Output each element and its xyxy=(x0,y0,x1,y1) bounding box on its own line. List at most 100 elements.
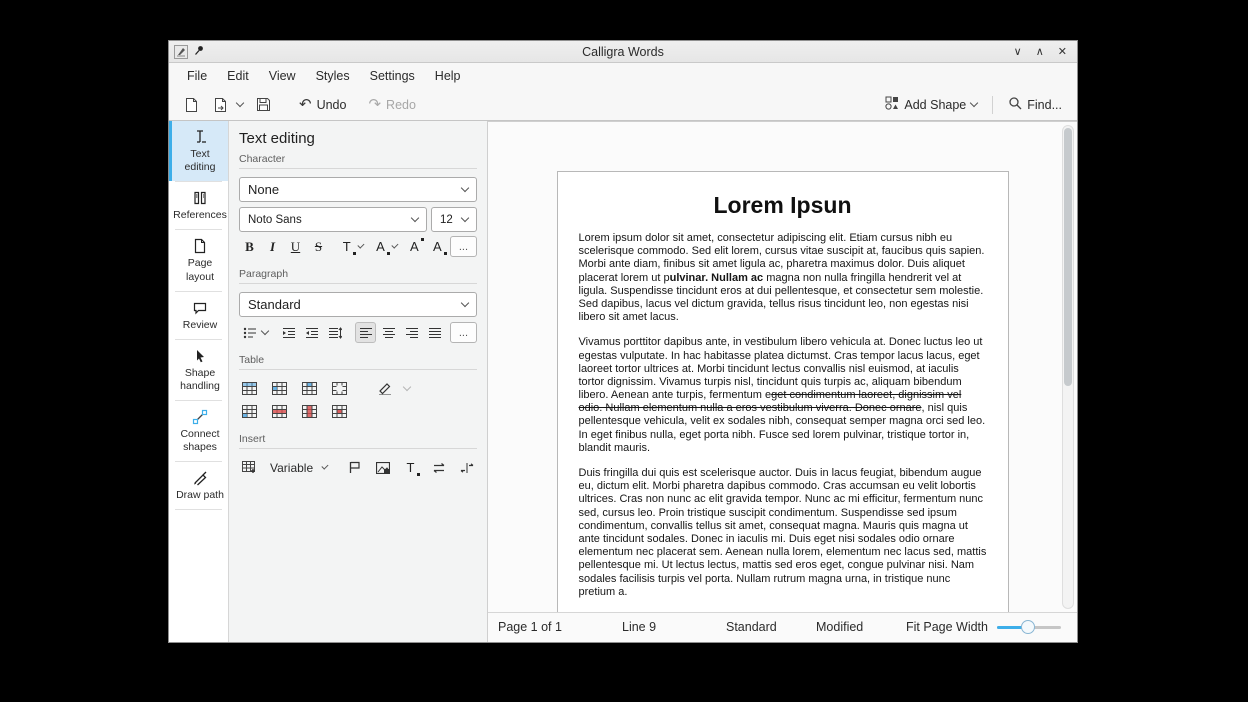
insert-section-button[interactable] xyxy=(456,457,477,478)
menu-styles[interactable]: Styles xyxy=(306,65,360,87)
insert-image-button[interactable] xyxy=(372,457,393,478)
zoom-slider-handle[interactable] xyxy=(1021,620,1035,634)
window-title: Calligra Words xyxy=(169,45,1077,59)
plus-mark xyxy=(417,473,420,476)
titlebar: Calligra Words ∨ ∧ ✕ xyxy=(169,41,1077,63)
paragraph-section-label: Paragraph xyxy=(239,268,477,284)
insert-variable-button[interactable]: Variable xyxy=(267,461,316,475)
align-center-button[interactable] xyxy=(378,322,399,343)
style-indicator[interactable]: Standard xyxy=(726,620,777,634)
insert-row-button[interactable] xyxy=(269,378,290,399)
subscript-button[interactable]: A xyxy=(427,236,448,257)
paragraph-style-dropdown[interactable]: Standard xyxy=(239,292,477,317)
font-family-dropdown[interactable]: Noto Sans xyxy=(239,207,427,232)
paragraph[interactable]: Duis fringilla dui quis est scelerisque … xyxy=(579,467,987,599)
highlight-chevron-icon[interactable] xyxy=(391,242,398,249)
sidebar-item-connect-shapes[interactable]: Connect shapes xyxy=(169,401,228,461)
menu-help[interactable]: Help xyxy=(425,65,471,87)
document-title[interactable]: Lorem Ipsun xyxy=(579,192,987,219)
character-style-value: None xyxy=(248,182,462,197)
decrease-indent-button[interactable] xyxy=(301,322,322,343)
sidebar-item-shape-handling[interactable]: Shape handling xyxy=(169,340,228,400)
table-border-pen-button[interactable] xyxy=(374,378,395,399)
text-editing-docker: Text editing Character None Noto Sans 12… xyxy=(229,121,488,642)
zoom-slider[interactable] xyxy=(997,626,1061,629)
table-section-label: Table xyxy=(239,354,477,370)
text-color-button[interactable]: T xyxy=(336,236,357,257)
insert-page-break-button[interactable] xyxy=(428,457,449,478)
sidebar-item-label: Draw path xyxy=(176,489,224,502)
delete-column-button[interactable] xyxy=(299,401,320,422)
save-button[interactable] xyxy=(251,94,276,115)
add-shape-icon xyxy=(885,96,899,113)
sidebar-item-references[interactable]: References xyxy=(169,182,228,229)
align-justify-button[interactable] xyxy=(424,322,445,343)
bold-button[interactable]: B xyxy=(239,236,260,257)
insert-bookmark-button[interactable] xyxy=(344,457,365,478)
menu-edit[interactable]: Edit xyxy=(217,65,259,87)
redo-button[interactable]: ↷ Redo xyxy=(363,94,420,115)
minimize-button[interactable]: ∨ xyxy=(1014,42,1022,62)
split-cells-button[interactable] xyxy=(239,401,260,422)
document-page[interactable]: Lorem Ipsun Lorem ipsum dolor sit amet, … xyxy=(557,171,1009,612)
docker-title: Text editing xyxy=(239,130,477,147)
character-style-dropdown[interactable]: None xyxy=(239,177,477,202)
add-shape-label: Add Shape xyxy=(904,98,966,112)
find-button[interactable]: Find... xyxy=(1003,93,1067,116)
add-shape-button[interactable]: Add Shape xyxy=(880,93,982,116)
list-style-button[interactable] xyxy=(239,322,260,343)
insert-table-button[interactable] xyxy=(239,378,260,399)
paragraph[interactable]: Lorem ipsum dolor sit amet, consectetur … xyxy=(579,232,987,324)
text-editing-icon xyxy=(192,129,208,145)
menu-file[interactable]: File xyxy=(177,65,217,87)
line-spacing-button[interactable] xyxy=(324,322,345,343)
character-more-button[interactable]: ... xyxy=(450,236,477,257)
font-size-dropdown[interactable]: 12 xyxy=(431,207,477,232)
increase-indent-button[interactable] xyxy=(278,322,299,343)
italic-button[interactable]: I xyxy=(262,236,283,257)
delete-table-button[interactable] xyxy=(329,401,350,422)
text-run-bold: ulvinar. Nullam ac xyxy=(670,272,764,284)
open-recent-chevron-icon[interactable] xyxy=(236,99,244,107)
insert-column-button[interactable] xyxy=(299,378,320,399)
document-paragraphs: Lorem ipsum dolor sit amet, consectetur … xyxy=(579,232,987,612)
sidebar-item-text-editing[interactable]: Text editing xyxy=(169,121,228,181)
sidebar-item-draw-path[interactable]: Draw path xyxy=(169,462,228,509)
vertical-scrollbar[interactable] xyxy=(1062,125,1074,609)
close-button[interactable]: ✕ xyxy=(1058,42,1067,62)
add-shape-chevron-icon xyxy=(970,99,978,107)
align-left-button[interactable] xyxy=(355,322,376,343)
underline-button[interactable]: U xyxy=(285,236,306,257)
undo-button[interactable]: ↶ Undo xyxy=(294,94,351,115)
scrollbar-thumb[interactable] xyxy=(1064,128,1072,386)
highlight-color-button[interactable]: A xyxy=(370,236,391,257)
insert-table-frame-button[interactable] xyxy=(239,457,260,478)
underline-label: U xyxy=(291,239,300,255)
redo-label: Redo xyxy=(386,98,416,112)
strikethrough-button[interactable]: S xyxy=(308,236,329,257)
statusbar: Page 1 of 1 Line 9 Standard Modified Fit… xyxy=(488,612,1077,642)
open-document-button[interactable] xyxy=(208,94,233,116)
paragraph-more-button[interactable]: ... xyxy=(450,322,477,343)
superscript-button[interactable]: A xyxy=(404,236,425,257)
new-document-button[interactable] xyxy=(179,94,204,116)
sidebar-item-review[interactable]: Review xyxy=(169,292,228,339)
insert-text-frame-button[interactable]: T xyxy=(400,457,421,478)
merge-cells-button[interactable] xyxy=(329,378,350,399)
text-color-chevron-icon[interactable] xyxy=(358,242,365,249)
document-view[interactable]: Lorem Ipsun Lorem ipsum dolor sit amet, … xyxy=(488,121,1077,612)
menu-settings[interactable]: Settings xyxy=(360,65,425,87)
list-style-chevron-icon[interactable] xyxy=(261,327,269,335)
character-section-label: Character xyxy=(239,153,477,169)
sidebar-item-label: References xyxy=(173,209,227,222)
variable-chevron-icon[interactable] xyxy=(322,463,329,470)
maximize-button[interactable]: ∧ xyxy=(1036,42,1044,62)
zoom-mode-button[interactable]: Fit Page Width xyxy=(906,620,988,634)
page-indicator: Page 1 of 1 xyxy=(498,620,562,634)
menu-view[interactable]: View xyxy=(259,65,306,87)
sidebar-item-page-layout[interactable]: Page layout xyxy=(169,230,228,290)
paragraph[interactable]: Vivamus porttitor dapibus ante, in vesti… xyxy=(579,336,987,455)
delete-row-button[interactable] xyxy=(269,401,290,422)
align-right-button[interactable] xyxy=(401,322,422,343)
menubar: File Edit View Styles Settings Help xyxy=(169,63,1077,89)
